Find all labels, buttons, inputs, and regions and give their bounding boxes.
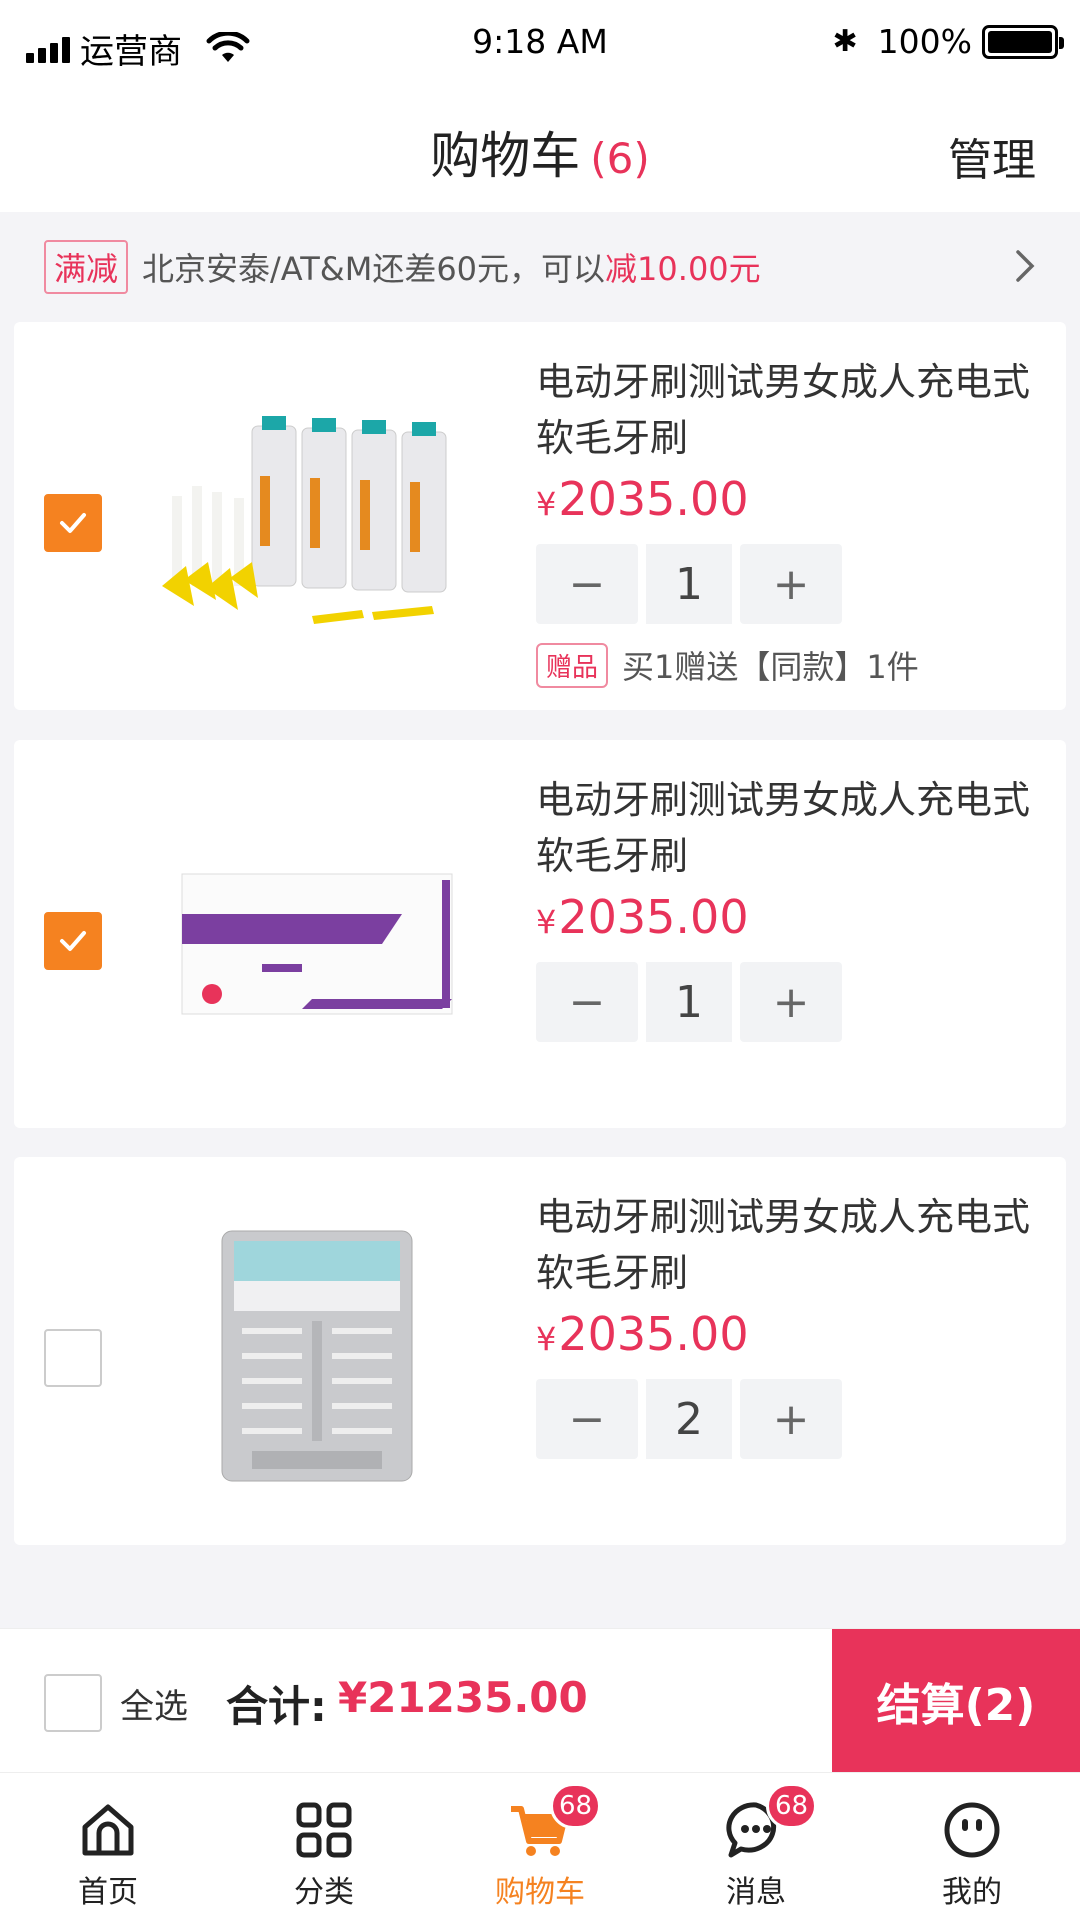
price-value: 2035.00: [558, 890, 749, 944]
bluetooth-icon: ✱: [832, 24, 858, 59]
select-all-checkbox[interactable]: [44, 1674, 102, 1732]
status-right: ✱ 100%: [832, 22, 1064, 61]
message-badge: 68: [766, 1783, 818, 1829]
product-price: ¥2035.00: [536, 1307, 749, 1361]
cart-item: 电动牙刷测试男女成人充电式软毛牙刷 ¥2035.00 − 1 + 赠品 买1赠送…: [14, 322, 1066, 710]
item-checkbox[interactable]: [44, 1329, 102, 1387]
quantity-value[interactable]: 1: [646, 962, 732, 1042]
cartridge-product-image: [162, 416, 447, 624]
quantity-stepper: − 2 +: [536, 1379, 842, 1459]
nav-header: 购物车 (6) 管理: [0, 88, 1080, 212]
product-name[interactable]: 电动牙刷测试男女成人充电式软毛牙刷: [536, 1189, 1036, 1301]
tab-category[interactable]: 分类: [216, 1773, 432, 1920]
price-value: 2035.00: [558, 472, 749, 526]
burs-pack-product-image: [221, 1230, 413, 1482]
promo-highlight: 减10.00元: [605, 250, 761, 288]
item-checkbox[interactable]: [44, 494, 102, 552]
decrease-button[interactable]: −: [536, 962, 638, 1042]
cart-badge: 68: [550, 1783, 602, 1829]
decrease-button[interactable]: −: [536, 544, 638, 624]
promo-bar[interactable]: 满减 北京安泰/AT&M还差60元，可以减10.00元: [0, 212, 1080, 322]
page-title: 购物车 (6): [0, 116, 1080, 188]
needle-box-product-image: [181, 873, 453, 1015]
quantity-value[interactable]: 1: [646, 544, 732, 624]
increase-button[interactable]: +: [740, 962, 842, 1042]
promo-message: 北京安泰/AT&M还差60元，可以: [142, 250, 606, 288]
tab-messages[interactable]: 68 消息: [648, 1773, 864, 1920]
check-icon: [60, 931, 86, 951]
currency-symbol: ¥: [536, 903, 557, 941]
category-icon: [296, 1802, 352, 1858]
cart-item: 电动牙刷测试男女成人充电式软毛牙刷 ¥2035.00 − 1 +: [14, 740, 1066, 1128]
check-icon: [60, 513, 86, 533]
product-price: ¥2035.00: [536, 472, 749, 526]
cart-item: 电动牙刷测试男女成人充电式软毛牙刷 ¥2035.00 − 2 +: [14, 1157, 1066, 1545]
gift-promo: 赠品 买1赠送【同款】1件: [536, 642, 919, 688]
promo-text: 北京安泰/AT&M还差60元，可以减10.00元: [142, 244, 761, 290]
currency-symbol: ¥: [536, 485, 557, 523]
tab-profile[interactable]: 我的: [864, 1773, 1080, 1920]
product-price: ¥2035.00: [536, 890, 749, 944]
product-image[interactable]: [120, 322, 504, 710]
manage-button[interactable]: 管理: [948, 124, 1036, 188]
quantity-value[interactable]: 2: [646, 1379, 732, 1459]
checkout-button[interactable]: 结算(2): [832, 1629, 1080, 1773]
home-icon: [82, 1804, 134, 1856]
price-value: 2035.00: [558, 1307, 749, 1361]
tab-label: 分类: [294, 1875, 354, 1910]
battery-percent: 100%: [877, 22, 972, 61]
item-checkbox[interactable]: [44, 912, 102, 970]
tab-cart[interactable]: 68 购物车: [432, 1773, 648, 1920]
product-name[interactable]: 电动牙刷测试男女成人充电式软毛牙刷: [536, 772, 1036, 884]
select-all-label[interactable]: 全选: [120, 1679, 188, 1728]
tab-home[interactable]: 首页: [0, 1773, 216, 1920]
promo-tag: 满减: [44, 240, 129, 294]
total-value: ¥21235.00: [338, 1673, 588, 1722]
quantity-stepper: − 1 +: [536, 962, 842, 1042]
tab-label: 购物车: [495, 1875, 585, 1910]
tab-label: 我的: [942, 1875, 1002, 1910]
gift-text: 买1赠送【同款】1件: [622, 648, 919, 686]
increase-button[interactable]: +: [740, 1379, 842, 1459]
decrease-button[interactable]: −: [536, 1379, 638, 1459]
profile-icon: [944, 1802, 1000, 1858]
cart-count: (6): [590, 134, 650, 183]
battery-icon: [982, 24, 1064, 59]
page-title-text: 购物车: [430, 127, 581, 185]
currency-symbol: ¥: [536, 1320, 557, 1358]
total-label: 合计:: [226, 1682, 327, 1731]
quantity-stepper: − 1 +: [536, 544, 842, 624]
tab-label: 首页: [78, 1875, 138, 1910]
product-image[interactable]: [120, 1157, 504, 1545]
tab-label: 消息: [726, 1875, 786, 1910]
increase-button[interactable]: +: [740, 544, 842, 624]
gift-tag: 赠品: [536, 642, 609, 688]
product-name[interactable]: 电动牙刷测试男女成人充电式软毛牙刷: [536, 354, 1036, 466]
chevron-right-icon: [1016, 250, 1035, 282]
status-bar: 运营商 9:18 AM ✱ 100%: [0, 0, 1080, 88]
product-image[interactable]: [120, 740, 504, 1128]
tab-bar: 首页 分类 68 购物车 68 消息 我的: [0, 1772, 1080, 1920]
checkout-bar: 全选 合计: ¥21235.00 结算(2): [0, 1628, 1080, 1773]
